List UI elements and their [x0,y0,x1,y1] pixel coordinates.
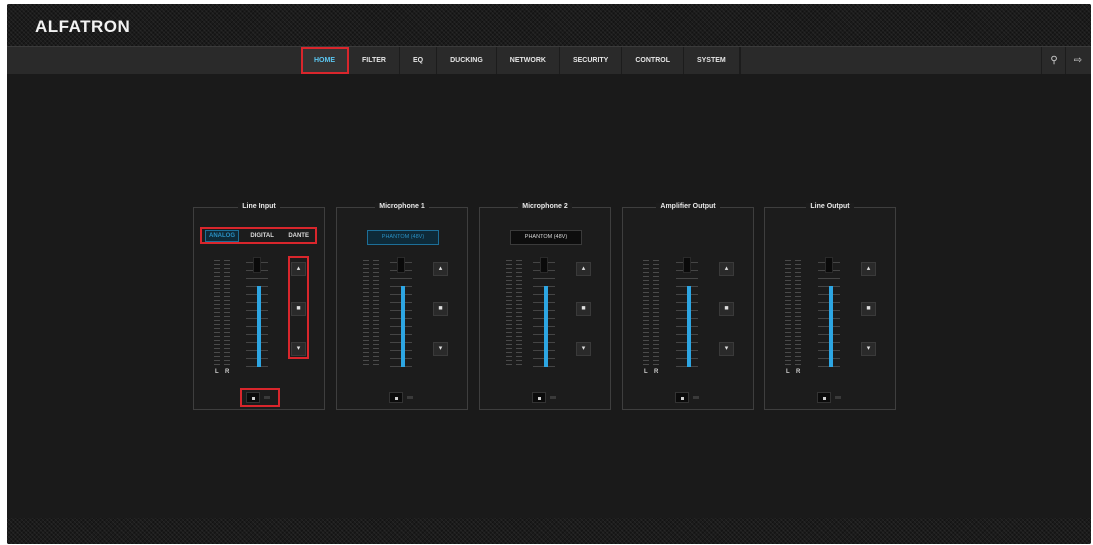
panel-line-input: Line Input ANALOG DIGITAL DANTE L R ▴ ■ … [193,203,325,410]
channel-label-left: L [786,369,790,375]
vu-meter [506,260,524,368]
channel-label-right: R [654,369,659,375]
volume-down-icon[interactable]: ▾ [861,342,876,356]
tab-eq[interactable]: EQ [400,47,438,74]
fader-level[interactable] [687,286,691,367]
phantom-power-button[interactable]: PHANTOM (48V) [367,230,439,245]
panel-line-output: Line Output L R ▴ ■ ▾ [764,203,896,410]
fader-level[interactable] [257,286,261,367]
channel-label-right: R [796,369,801,375]
lightbulb-icon[interactable]: ⚲ [1041,47,1066,74]
panel-amplifier-output: Amplifier Output L R ▴ ■ ▾ [622,203,754,410]
panel-title: Microphone 1 [375,203,429,210]
nav-bar: HOME FILTER EQ DUCKING NETWORK SECURITY … [7,46,1091,75]
fader-handle[interactable] [397,257,405,273]
volume-up-icon[interactable]: ▴ [719,262,734,276]
fader-level[interactable] [829,286,833,367]
fader-level[interactable] [544,286,548,367]
mute-toggle[interactable] [817,392,845,403]
volume-down-icon[interactable]: ▾ [291,342,306,356]
channel-label-right: R [225,369,230,375]
title-bar: ALFATRON [7,4,1091,46]
nav-tabs: HOME FILTER EQ DUCKING NETWORK SECURITY … [301,47,741,74]
vu-meter [214,260,232,368]
home-page: Line Input ANALOG DIGITAL DANTE L R ▴ ■ … [7,74,1091,518]
mute-icon[interactable]: ■ [291,302,306,316]
tab-filter[interactable]: FILTER [349,47,400,74]
mute-toggle[interactable] [675,392,703,403]
footer-bar [7,518,1091,544]
panel-title: Amplifier Output [656,203,720,210]
tab-system[interactable]: SYSTEM [684,47,740,74]
logout-icon[interactable]: ⇨ [1065,47,1090,74]
mute-toggle[interactable] [389,392,417,403]
fader-level[interactable] [401,286,405,367]
mute-icon[interactable]: ■ [719,302,734,316]
panel-title: Line Output [806,203,854,210]
mute-toggle[interactable] [532,392,560,403]
panel-title: Microphone 2 [518,203,572,210]
mute-icon[interactable]: ■ [861,302,876,316]
fader-handle[interactable] [540,257,548,273]
phantom-power-button[interactable]: PHANTOM (48V) [510,230,582,245]
tab-divider [739,47,741,74]
app-window: ALFATRON HOME FILTER EQ DUCKING NETWORK … [7,4,1091,544]
mute-toggle[interactable] [246,392,274,403]
vu-meter [363,260,381,368]
fader-handle[interactable] [683,257,691,273]
panel-microphone-1: Microphone 1 PHANTOM (48V) ▴ ■ ▾ [336,203,468,410]
source-digital-button[interactable]: DIGITAL [247,231,277,241]
channel-label-left: L [644,369,648,375]
brand-logo: ALFATRON [35,17,131,36]
tab-security[interactable]: SECURITY [560,47,623,74]
fader-handle[interactable] [253,257,261,273]
tab-control[interactable]: CONTROL [622,47,684,74]
volume-up-icon[interactable]: ▴ [576,262,591,276]
volume-up-icon[interactable]: ▴ [433,262,448,276]
volume-down-icon[interactable]: ▾ [576,342,591,356]
tab-ducking[interactable]: DUCKING [437,47,497,74]
source-analog-button[interactable]: ANALOG [205,229,239,242]
volume-up-icon[interactable]: ▴ [861,262,876,276]
panel-microphone-2: Microphone 2 PHANTOM (48V) ▴ ■ ▾ [479,203,611,410]
channel-label-left: L [215,369,219,375]
source-selector: ANALOG DIGITAL DANTE [200,227,317,244]
tab-home[interactable]: HOME [301,47,349,74]
volume-up-icon[interactable]: ▴ [291,262,306,276]
vu-meter [785,260,803,368]
panel-title: Line Input [238,203,280,210]
mute-icon[interactable]: ■ [433,302,448,316]
source-dante-button[interactable]: DANTE [285,231,312,241]
fader-handle[interactable] [825,257,833,273]
vu-meter [643,260,661,368]
volume-down-icon[interactable]: ▾ [433,342,448,356]
tab-network[interactable]: NETWORK [497,47,560,74]
volume-down-icon[interactable]: ▾ [719,342,734,356]
mute-icon[interactable]: ■ [576,302,591,316]
